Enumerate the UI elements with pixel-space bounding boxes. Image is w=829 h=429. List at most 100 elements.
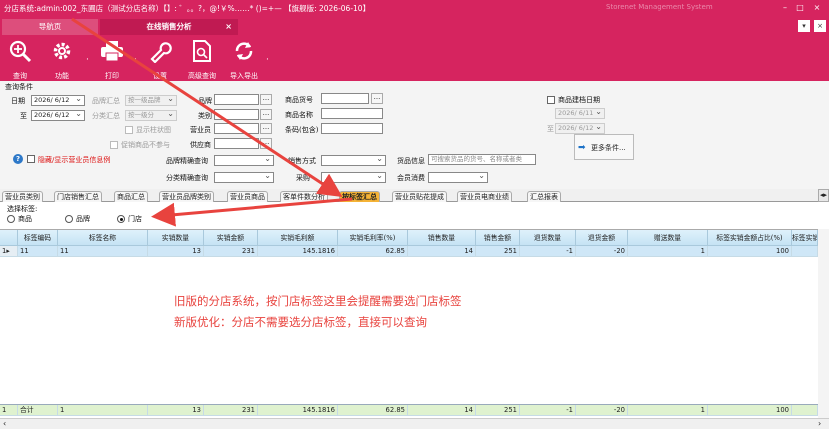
cell-actual-amount[interactable]: 231 <box>204 246 258 257</box>
maximize-button[interactable]: □ <box>793 2 807 14</box>
arrow-right-icon: ➡ <box>578 143 586 153</box>
advanced-query-button[interactable]: 高级查询 <box>182 37 222 81</box>
summary-actual-qty: 13 <box>148 405 204 416</box>
brand-summary-select[interactable]: 按一级品牌 <box>125 95 177 106</box>
category-input[interactable] <box>214 109 259 120</box>
cell-tag-name[interactable]: 11 <box>58 246 148 257</box>
supplier-input[interactable] <box>214 138 259 149</box>
goods-build-date-checkbox[interactable] <box>547 96 555 104</box>
cell-actual-qty[interactable]: 13 <box>148 246 204 257</box>
header-tag-actual[interactable]: 标签实销 <box>792 230 818 246</box>
summary-label: 合计 <box>18 405 58 416</box>
header-sales-qty[interactable]: 销售数量 <box>408 230 476 246</box>
scroll-left-icon[interactable]: ‹ <box>3 419 6 428</box>
close-button[interactable]: × <box>810 2 824 14</box>
header-actual-qty[interactable]: 实销数量 <box>148 230 204 246</box>
minimize-button[interactable]: – <box>778 2 792 14</box>
brand-picker-button[interactable]: ... <box>260 94 272 105</box>
more-conditions-button[interactable]: ➡ 更多条件... <box>574 134 634 160</box>
build-date-to-picker[interactable]: 2026/ 6/12 <box>555 123 605 134</box>
header-return-amount[interactable]: 退货金额 <box>576 230 628 246</box>
header-tag-code[interactable]: 标签编码 <box>18 230 58 246</box>
subtab-goods-summary[interactable]: 商品汇总 <box>114 191 148 202</box>
document-search-icon <box>193 40 211 62</box>
settings-button[interactable]: 设置 <box>140 37 180 81</box>
header-gift-qty[interactable]: 赠送数量 <box>628 230 708 246</box>
cell-gross-margin[interactable]: 62.85 <box>338 246 408 257</box>
subtab-staff-commission[interactable]: 营业员贴花提成 <box>392 191 447 202</box>
summary-row-number: 1 <box>0 405 18 416</box>
tab-online-sales-analysis[interactable]: 在线销售分析 × <box>100 19 238 35</box>
tab-dropdown-icon[interactable]: ▾ <box>798 20 810 32</box>
purchase-select[interactable] <box>321 172 386 183</box>
build-date-from-picker[interactable]: 2026/ 6/11 <box>555 108 605 119</box>
subtab-ticket-analysis[interactable]: 客单件数分析 <box>280 191 328 202</box>
query-button[interactable]: 查询 <box>0 37 40 81</box>
tab-close-all-icon[interactable]: × <box>814 20 826 32</box>
show-chart-checkbox[interactable] <box>125 126 133 134</box>
category-picker-button[interactable]: ... <box>260 109 272 120</box>
subtab-store-sales-summary[interactable]: 门店销售汇总 <box>54 191 102 202</box>
goods-no-input[interactable] <box>321 93 369 104</box>
radio-brand[interactable] <box>65 215 73 223</box>
vertical-scrollbar[interactable] <box>818 229 829 418</box>
header-gross-profit[interactable]: 实销毛利额 <box>258 230 338 246</box>
cell-return-amount[interactable]: -20 <box>576 246 628 257</box>
header-tag-name[interactable]: 标签名称 <box>58 230 148 246</box>
show-staff-checkbox[interactable] <box>27 155 35 163</box>
header-actual-amount[interactable]: 实销金额 <box>204 230 258 246</box>
subtab-staff-category[interactable]: 营业员类别 <box>2 191 43 202</box>
cell-tag-actual[interactable] <box>792 246 818 257</box>
cell-sales-amount[interactable]: 251 <box>476 246 520 257</box>
sales-staff-picker-button[interactable]: ... <box>260 123 272 134</box>
cell-gross-profit[interactable]: 145.1816 <box>258 246 338 257</box>
category-exact-select[interactable] <box>214 172 274 183</box>
goods-name-input[interactable] <box>321 108 383 119</box>
radio-store[interactable] <box>117 215 125 223</box>
category-summary-select[interactable]: 按一级分 <box>125 110 177 121</box>
subtabs-scroll-button[interactable]: ◂▸ <box>818 189 829 202</box>
function-button[interactable]: 功能 <box>42 37 82 81</box>
print-button[interactable]: 打印 <box>92 37 132 81</box>
title-bar: 分店系统:admin:002_东圃店（测试分店名称）【】: ゛。。?，@!￥%…… <box>0 0 829 17</box>
toolbar-separator: · <box>266 55 269 65</box>
scroll-right-icon[interactable]: › <box>818 419 821 428</box>
member-select[interactable] <box>428 172 488 183</box>
subtab-tag-summary[interactable]: 按标签汇总 <box>339 191 380 202</box>
summary-count: 1 <box>58 405 148 416</box>
subtab-staff-goods[interactable]: 营业员商品 <box>227 191 268 202</box>
tab-navigation[interactable]: 导航页 <box>2 19 98 35</box>
date-from-picker[interactable]: 2026/ 6/12 <box>31 95 85 106</box>
goods-no-picker-button[interactable]: ... <box>371 93 383 104</box>
date-to-picker[interactable]: 2026/ 6/12 <box>31 110 85 121</box>
header-tag-amount-ratio[interactable]: 标签实销金额占比(%) <box>708 230 792 246</box>
goods-info-input[interactable]: 可搜索货品的货号、名称或者类 <box>428 154 536 165</box>
subtab-staff-ecommerce[interactable]: 营业员电商业绩 <box>457 191 512 202</box>
sales-staff-input[interactable] <box>214 123 259 134</box>
table-row[interactable]: 1▸ 11 11 13 231 145.1816 62.85 14 251 -1… <box>0 246 818 257</box>
radio-goods-label: 商品 <box>18 215 32 223</box>
row-indicator: 1▸ <box>0 246 18 257</box>
cell-gift-qty[interactable]: 1 <box>628 246 708 257</box>
radio-goods[interactable] <box>7 215 15 223</box>
brand-exact-select[interactable] <box>214 155 274 166</box>
subtab-staff-brand-category[interactable]: 营业员品牌类别 <box>159 191 214 202</box>
cell-sales-qty[interactable]: 14 <box>408 246 476 257</box>
sales-mode-select[interactable] <box>321 155 386 166</box>
promo-exclude-checkbox[interactable] <box>110 141 118 149</box>
barcode-input[interactable] <box>321 123 383 134</box>
header-sales-amount[interactable]: 销售金额 <box>476 230 520 246</box>
header-gross-margin[interactable]: 实销毛利率(%) <box>338 230 408 246</box>
cell-tag-code[interactable]: 11 <box>18 246 58 257</box>
header-return-qty[interactable]: 退货数量 <box>520 230 576 246</box>
import-export-button[interactable]: 导入导出 <box>224 37 264 81</box>
help-icon[interactable]: ? <box>13 154 23 164</box>
category-label: 类别 <box>198 112 212 120</box>
supplier-picker-button[interactable]: ... <box>260 138 272 149</box>
tab-close-icon[interactable]: × <box>225 19 232 35</box>
cell-return-qty[interactable]: -1 <box>520 246 576 257</box>
brand-input[interactable] <box>214 94 259 105</box>
horizontal-scrollbar[interactable]: ‹ › <box>0 418 829 429</box>
subtab-summary-report[interactable]: 汇总报表 <box>527 191 561 202</box>
cell-tag-amount-ratio[interactable]: 100 <box>708 246 792 257</box>
